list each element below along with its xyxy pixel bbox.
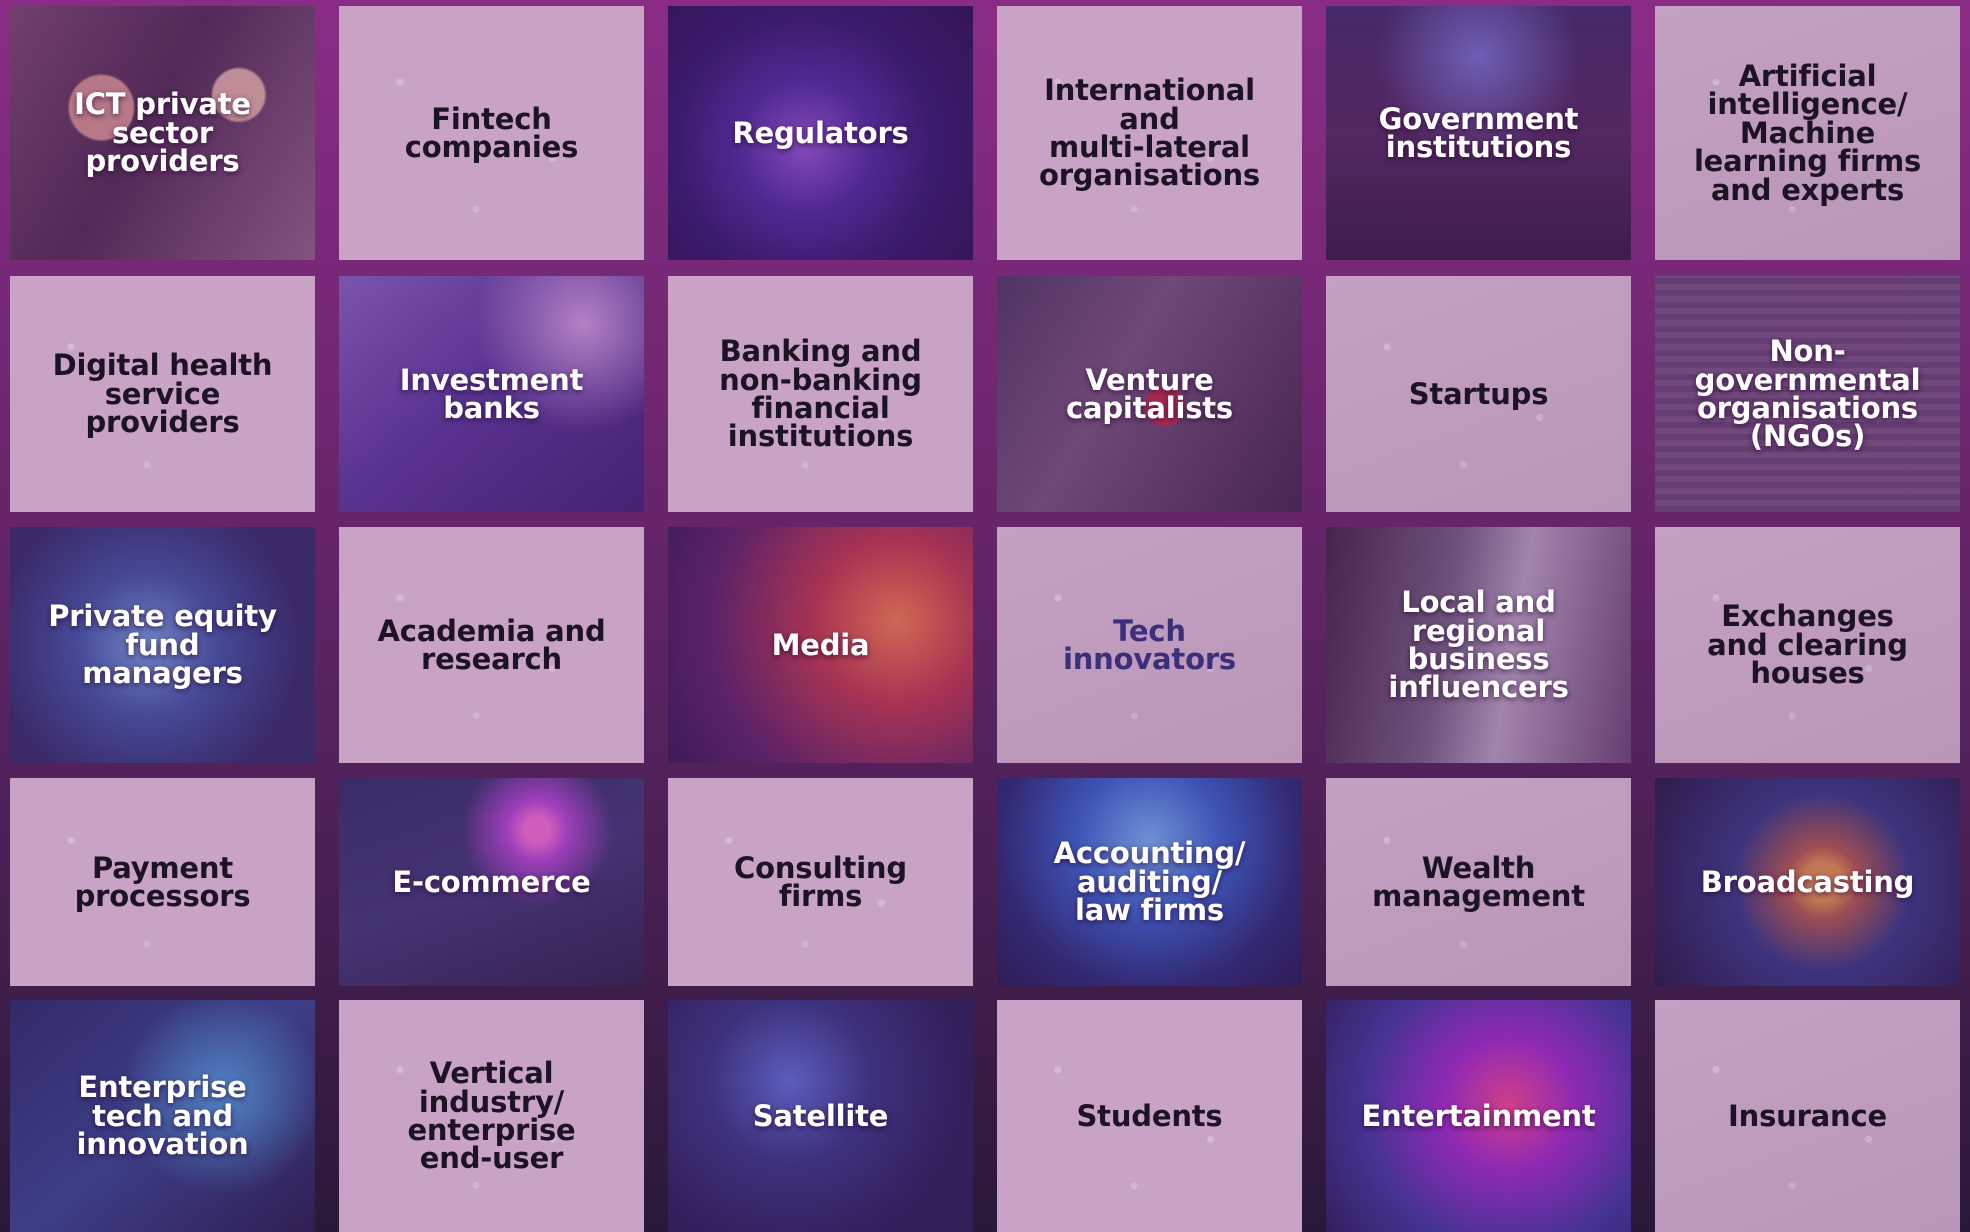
stakeholder-tile[interactable]: Local and regional business influencers (1326, 527, 1631, 763)
stakeholder-tile[interactable]: Tech innovators (997, 527, 1302, 763)
tile-label: International and multi-lateral organisa… (1038, 73, 1260, 193)
tile-label: Tech innovators (1063, 613, 1236, 676)
stakeholder-tile[interactable]: Media (668, 527, 973, 763)
tile-label: ICT private sector providers (74, 87, 251, 179)
tile-label: Local and regional business influencers (1388, 585, 1569, 705)
tile-label: Startups (1408, 376, 1549, 411)
stakeholder-tile[interactable]: Payment processors (10, 778, 315, 986)
stakeholder-tile[interactable]: Vertical industry/ enterprise end-user (339, 1000, 644, 1232)
tile-label: Government institutions (1378, 101, 1579, 164)
stakeholder-tile[interactable]: Students (997, 1000, 1302, 1232)
tile-label: Broadcasting (1700, 864, 1915, 899)
stakeholder-tile[interactable]: Insurance (1655, 1000, 1960, 1232)
stakeholder-tile[interactable]: Banking and non-banking financial instit… (668, 276, 973, 512)
tile-label: Consulting firms (734, 850, 907, 913)
tile-label: Entertainment (1361, 1098, 1596, 1133)
stakeholder-tile[interactable]: Digital health service providers (10, 276, 315, 512)
stakeholder-tile[interactable]: Non- governmental organisations (NGOs) (1655, 276, 1960, 512)
tile-label: Banking and non-banking financial instit… (719, 334, 922, 454)
tile-label: Academia and research (377, 613, 606, 676)
stakeholder-tile[interactable]: Accounting/ auditing/ law firms (997, 778, 1302, 986)
tile-label: Fintech companies (404, 101, 579, 164)
tile-label: Media (771, 627, 870, 662)
stakeholder-tile[interactable]: E-commerce (339, 778, 644, 986)
stakeholder-tile[interactable]: Regulators (668, 6, 973, 260)
tile-label: Accounting/ auditing/ law firms (1053, 836, 1246, 928)
tile-label: Digital health service providers (52, 348, 273, 440)
stakeholder-tile[interactable]: Private equity fund managers (10, 527, 315, 763)
tile-label: Satellite (752, 1098, 889, 1133)
stakeholder-tile[interactable]: Academia and research (339, 527, 644, 763)
stakeholder-tile[interactable]: Government institutions (1326, 6, 1631, 260)
tile-label: Insurance (1728, 1098, 1887, 1133)
stakeholder-tile[interactable]: Startups (1326, 276, 1631, 512)
stakeholder-tile[interactable]: Fintech companies (339, 6, 644, 260)
tile-label: Vertical industry/ enterprise end-user (407, 1056, 576, 1176)
stakeholder-tile[interactable]: Artificial intelligence/ Machine learnin… (1655, 6, 1960, 260)
stakeholder-grid: ICT private sector providers Fintech comp… (0, 0, 1970, 1232)
tile-label: Regulators (732, 115, 909, 150)
tile-label: Payment processors (74, 850, 251, 913)
stakeholder-tile[interactable]: Wealth management (1326, 778, 1631, 986)
tile-label: Private equity fund managers (48, 599, 277, 691)
tile-label: Non- governmental organisations (NGOs) (1694, 334, 1921, 454)
tile-label: Wealth management (1372, 850, 1585, 913)
stakeholder-tile[interactable]: Exchanges and clearing houses (1655, 527, 1960, 763)
tile-label: Exchanges and clearing houses (1707, 599, 1908, 691)
stakeholder-tile[interactable]: ICT private sector providers (10, 6, 315, 260)
tile-label: Venture capitalists (1066, 362, 1233, 425)
stakeholder-tile[interactable]: Enterprise tech and innovation (10, 1000, 315, 1232)
stakeholder-tile[interactable]: Venture capitalists (997, 276, 1302, 512)
stakeholder-tile[interactable]: International and multi-lateral organisa… (997, 6, 1302, 260)
tile-label: Students (1076, 1098, 1223, 1133)
stakeholder-tile[interactable]: Broadcasting (1655, 778, 1960, 986)
stakeholder-tile[interactable]: Consulting firms (668, 778, 973, 986)
tile-label: E-commerce (392, 864, 591, 899)
stakeholder-tile[interactable]: Investment banks (339, 276, 644, 512)
stakeholder-tile[interactable]: Satellite (668, 1000, 973, 1232)
tile-label: Artificial intelligence/ Machine learnin… (1693, 58, 1922, 207)
stakeholder-tile[interactable]: Entertainment (1326, 1000, 1631, 1232)
tile-label: Investment banks (399, 362, 584, 425)
tile-label: Enterprise tech and innovation (76, 1070, 249, 1162)
